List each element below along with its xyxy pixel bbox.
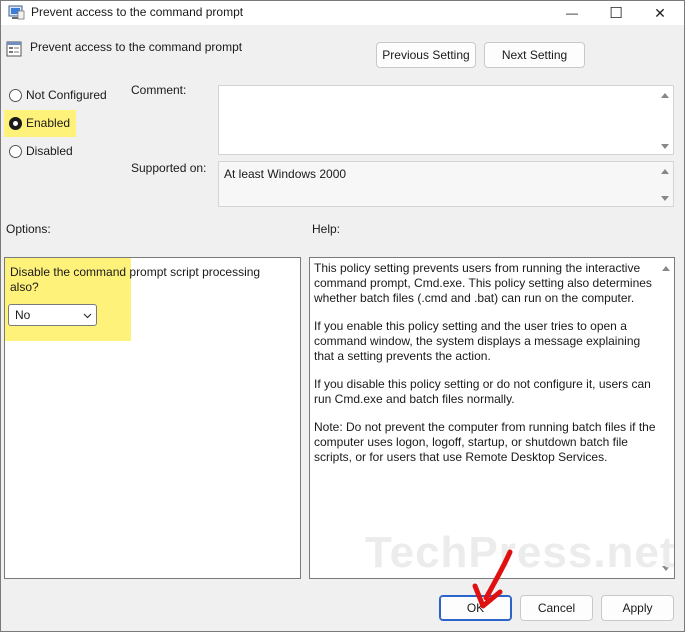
scroll-down-icon[interactable] bbox=[661, 196, 669, 201]
apply-button[interactable]: Apply bbox=[601, 595, 674, 621]
policy-setting-icon bbox=[6, 41, 22, 57]
scroll-up-icon[interactable] bbox=[661, 93, 669, 98]
cancel-button[interactable]: Cancel bbox=[520, 595, 593, 621]
minimize-icon: — bbox=[566, 6, 578, 20]
script-processing-dropdown[interactable]: No bbox=[8, 304, 97, 326]
radio-label-disabled[interactable]: Disabled bbox=[26, 144, 73, 158]
next-setting-button[interactable]: Next Setting bbox=[484, 42, 585, 68]
close-button[interactable]: ✕ bbox=[639, 1, 681, 25]
app-icon bbox=[8, 5, 25, 20]
help-paragraph: This policy setting prevents users from … bbox=[314, 261, 652, 305]
maximize-button[interactable]: ☐ bbox=[595, 1, 637, 25]
supported-on-label: Supported on: bbox=[131, 161, 207, 175]
annotation-arrow-icon bbox=[472, 549, 513, 609]
help-paragraph: Note: Do not prevent the computer from r… bbox=[314, 420, 656, 464]
supported-on-value: At least Windows 2000 bbox=[224, 167, 347, 181]
comment-label: Comment: bbox=[131, 83, 187, 97]
options-question: Disable the command prompt script proces… bbox=[10, 265, 261, 294]
help-paragraph: If you disable this policy setting or do… bbox=[314, 377, 651, 406]
options-panel: Disable the command prompt script proces… bbox=[4, 257, 301, 579]
radio-disabled[interactable] bbox=[9, 145, 22, 158]
scroll-up-icon[interactable] bbox=[662, 266, 670, 271]
policy-title: Prevent access to the command prompt bbox=[30, 40, 243, 54]
chevron-down-icon bbox=[83, 313, 92, 319]
radio-label-enabled[interactable]: Enabled bbox=[26, 116, 70, 130]
scroll-up-icon[interactable] bbox=[661, 169, 669, 174]
close-icon: ✕ bbox=[654, 4, 666, 21]
previous-setting-button[interactable]: Previous Setting bbox=[376, 42, 476, 68]
help-label: Help: bbox=[312, 222, 341, 236]
scroll-down-icon[interactable] bbox=[661, 144, 669, 149]
window-title: Prevent access to the command prompt bbox=[31, 5, 244, 19]
help-text: This policy setting prevents users from … bbox=[314, 261, 658, 478]
dropdown-value: No bbox=[15, 308, 31, 322]
minimize-button[interactable]: — bbox=[551, 1, 593, 25]
title-bar[interactable]: Prevent access to the command prompt — ☐… bbox=[1, 1, 684, 25]
help-paragraph: If you enable this policy setting and th… bbox=[314, 319, 641, 363]
watermark-text: TechPress.net bbox=[365, 528, 676, 577]
radio-not-configured[interactable] bbox=[9, 89, 22, 102]
radio-label-not-configured[interactable]: Not Configured bbox=[26, 88, 107, 102]
options-label: Options: bbox=[6, 222, 51, 236]
comment-textarea[interactable] bbox=[218, 85, 674, 155]
radio-enabled[interactable] bbox=[9, 117, 22, 130]
supported-on-field: At least Windows 2000 bbox=[218, 161, 674, 207]
maximize-icon: ☐ bbox=[609, 5, 623, 22]
